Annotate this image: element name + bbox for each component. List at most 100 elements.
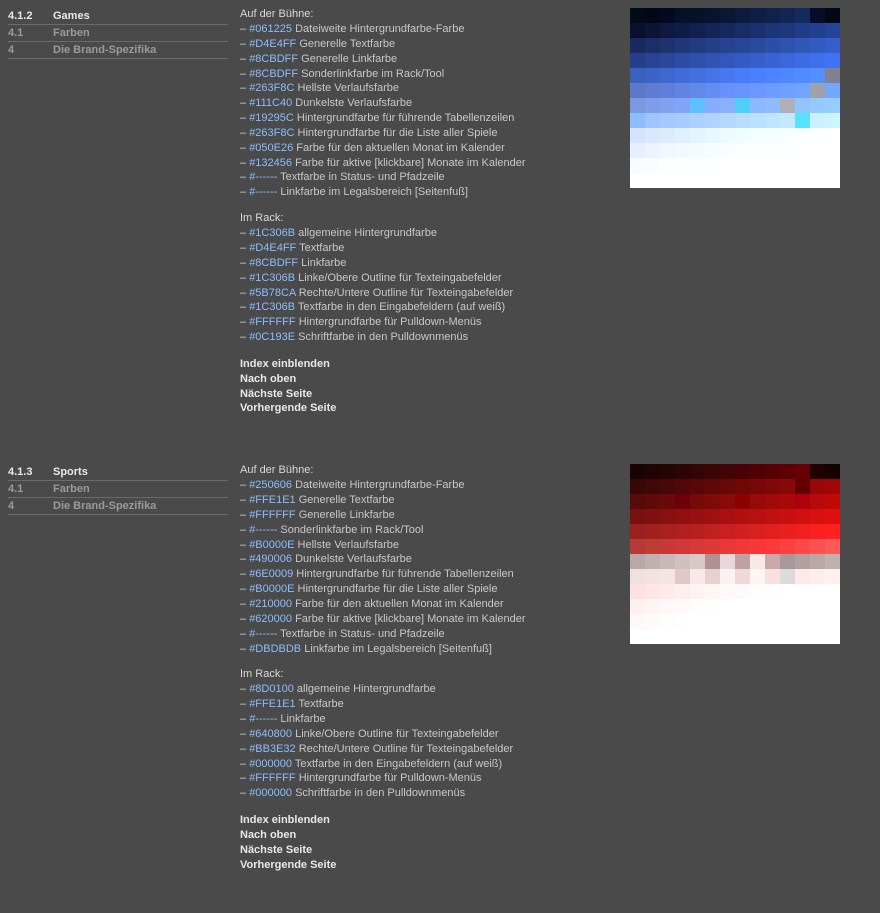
sidebar-item[interactable]: 4Die Brand-Spezifika: [8, 498, 228, 515]
color-swatch[interactable]: [750, 464, 765, 479]
color-swatch[interactable]: [705, 8, 720, 23]
color-swatch[interactable]: [630, 599, 645, 614]
hex-code[interactable]: #D4E4FF: [249, 38, 296, 50]
color-swatch[interactable]: [675, 524, 690, 539]
hex-code[interactable]: #FFFFFF: [249, 509, 295, 521]
color-swatch[interactable]: [720, 479, 735, 494]
color-swatch[interactable]: [735, 143, 750, 158]
color-swatch[interactable]: [675, 68, 690, 83]
color-swatch[interactable]: [735, 23, 750, 38]
hex-code[interactable]: #D4E4FF: [249, 242, 296, 254]
color-swatch[interactable]: [720, 539, 735, 554]
hex-code[interactable]: #6E0009: [249, 568, 293, 580]
color-swatch[interactable]: [810, 509, 825, 524]
color-swatch[interactable]: [660, 8, 675, 23]
color-swatch[interactable]: [705, 494, 720, 509]
color-swatch[interactable]: [675, 509, 690, 524]
hex-code[interactable]: #000000: [249, 787, 292, 799]
color-swatch[interactable]: [780, 143, 795, 158]
color-swatch[interactable]: [780, 599, 795, 614]
color-swatch[interactable]: [675, 83, 690, 98]
color-swatch[interactable]: [660, 524, 675, 539]
color-swatch[interactable]: [780, 38, 795, 53]
color-swatch[interactable]: [660, 539, 675, 554]
color-swatch[interactable]: [705, 509, 720, 524]
color-swatch[interactable]: [765, 569, 780, 584]
color-swatch[interactable]: [750, 83, 765, 98]
color-swatch[interactable]: [675, 53, 690, 68]
color-swatch[interactable]: [750, 524, 765, 539]
color-swatch[interactable]: [765, 8, 780, 23]
color-swatch[interactable]: [810, 128, 825, 143]
color-swatch[interactable]: [765, 554, 780, 569]
nav-link[interactable]: Nächste Seite: [240, 843, 630, 858]
color-swatch[interactable]: [810, 23, 825, 38]
color-swatch[interactable]: [720, 23, 735, 38]
color-swatch[interactable]: [720, 38, 735, 53]
color-swatch[interactable]: [765, 98, 780, 113]
hex-code[interactable]: #1C306B: [249, 301, 295, 313]
color-swatch[interactable]: [735, 599, 750, 614]
hex-code[interactable]: #490006: [249, 553, 292, 565]
color-swatch[interactable]: [720, 8, 735, 23]
color-swatch[interactable]: [795, 614, 810, 629]
color-swatch[interactable]: [780, 494, 795, 509]
color-swatch[interactable]: [810, 524, 825, 539]
color-swatch[interactable]: [765, 113, 780, 128]
color-swatch[interactable]: [780, 584, 795, 599]
color-swatch[interactable]: [660, 479, 675, 494]
color-swatch[interactable]: [690, 158, 705, 173]
hex-code[interactable]: #8CBDFF: [249, 68, 298, 80]
color-swatch[interactable]: [825, 158, 840, 173]
color-swatch[interactable]: [630, 464, 645, 479]
color-swatch[interactable]: [825, 128, 840, 143]
color-swatch[interactable]: [645, 539, 660, 554]
hex-code[interactable]: #FFE1E1: [249, 494, 295, 506]
color-swatch[interactable]: [750, 98, 765, 113]
color-swatch[interactable]: [645, 113, 660, 128]
color-swatch[interactable]: [795, 494, 810, 509]
color-swatch[interactable]: [795, 554, 810, 569]
color-swatch[interactable]: [645, 614, 660, 629]
color-swatch[interactable]: [750, 629, 765, 644]
color-swatch[interactable]: [660, 158, 675, 173]
color-swatch[interactable]: [750, 173, 765, 188]
color-swatch[interactable]: [825, 38, 840, 53]
color-swatch[interactable]: [735, 38, 750, 53]
color-swatch[interactable]: [720, 128, 735, 143]
color-swatch[interactable]: [660, 83, 675, 98]
color-swatch[interactable]: [795, 173, 810, 188]
sidebar-item[interactable]: 4.1Farben: [8, 25, 228, 42]
color-swatch[interactable]: [690, 614, 705, 629]
color-swatch[interactable]: [660, 509, 675, 524]
color-swatch[interactable]: [825, 554, 840, 569]
color-swatch[interactable]: [705, 23, 720, 38]
color-swatch[interactable]: [750, 128, 765, 143]
color-swatch[interactable]: [645, 8, 660, 23]
color-swatch[interactable]: [795, 53, 810, 68]
color-swatch[interactable]: [735, 68, 750, 83]
color-swatch[interactable]: [630, 509, 645, 524]
hex-code[interactable]: #------: [249, 171, 277, 183]
color-swatch[interactable]: [630, 524, 645, 539]
color-swatch[interactable]: [765, 629, 780, 644]
sidebar-item[interactable]: 4.1Farben: [8, 481, 228, 498]
color-swatch[interactable]: [735, 83, 750, 98]
color-swatch[interactable]: [690, 629, 705, 644]
color-swatch[interactable]: [825, 509, 840, 524]
color-swatch[interactable]: [720, 494, 735, 509]
color-swatch[interactable]: [825, 53, 840, 68]
color-swatch[interactable]: [705, 539, 720, 554]
color-swatch[interactable]: [705, 68, 720, 83]
color-swatch[interactable]: [720, 158, 735, 173]
color-swatch[interactable]: [690, 8, 705, 23]
color-swatch[interactable]: [705, 569, 720, 584]
color-swatch[interactable]: [645, 83, 660, 98]
hex-code[interactable]: #000000: [249, 758, 292, 770]
hex-code[interactable]: #132456: [249, 157, 292, 169]
color-swatch[interactable]: [705, 479, 720, 494]
color-swatch[interactable]: [660, 614, 675, 629]
color-swatch[interactable]: [630, 629, 645, 644]
color-swatch[interactable]: [675, 584, 690, 599]
color-swatch[interactable]: [675, 554, 690, 569]
